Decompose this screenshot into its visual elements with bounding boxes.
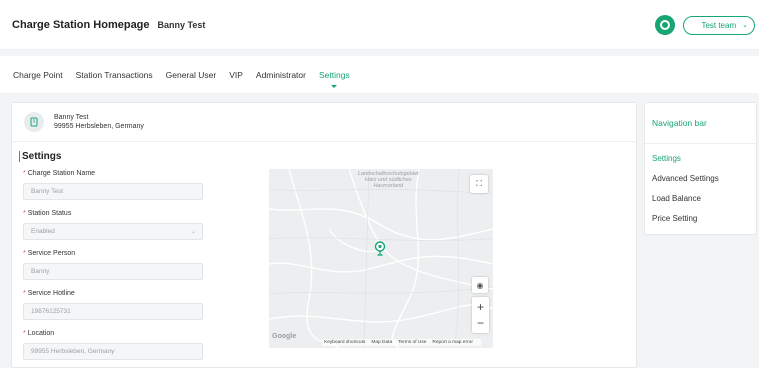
navigation-title: Navigation bar <box>652 118 707 128</box>
header-right: Test team ⌄ <box>655 15 755 35</box>
station-subtitle: Banny Test <box>157 19 206 30</box>
required-asterisk: * <box>23 290 26 297</box>
chevron-down-icon: ⌄ <box>742 22 748 29</box>
map-data-link[interactable]: Map Data <box>371 340 392 345</box>
service-person-input[interactable]: Banny <box>23 263 203 280</box>
service-person-label: * Service Person <box>23 250 76 257</box>
tab-settings-label: Settings <box>318 69 350 80</box>
zoom-out-button[interactable]: − <box>477 315 484 331</box>
settings-panel: Banny Test 99955 Herbsleben, Germany Set… <box>11 102 637 368</box>
station-status-value: Enabled <box>31 228 55 235</box>
tab-settings[interactable]: Settings <box>318 69 350 88</box>
required-asterisk: * <box>23 170 26 177</box>
station-status-label: * Station Status <box>23 210 72 217</box>
map-region-label: Landschaftsschutzgebiet Harz und südlich… <box>358 171 419 189</box>
team-select-value: Test team <box>701 20 737 30</box>
station-address: 99955 Herbsleben, Germany <box>54 123 144 130</box>
location-label: * Location <box>23 330 55 337</box>
tab-vip[interactable]: VIP <box>229 70 243 80</box>
location-input[interactable]: 99955 Herbsleben, Germany <box>23 343 203 360</box>
map-footer: Keyboard shortcuts Map Data Terms of Use… <box>322 339 481 346</box>
user-avatar-icon[interactable] <box>655 15 675 35</box>
zoom-in-button[interactable]: + <box>477 299 484 315</box>
active-tab-caret-icon <box>331 84 338 88</box>
location-pin-icon[interactable] <box>374 241 386 262</box>
station-name-input[interactable]: Banny Test <box>23 183 203 200</box>
nav-item-settings[interactable]: Settings <box>652 154 681 163</box>
nav-item-advanced-settings[interactable]: Advanced Settings <box>652 174 719 183</box>
tab-administrator[interactable]: Administrator <box>256 70 306 80</box>
required-asterisk: * <box>23 250 26 257</box>
top-header: Charge Station Homepage Banny Test Test … <box>0 0 759 50</box>
required-asterisk: * <box>23 330 26 337</box>
station-name-label: * Charge Station Name <box>23 170 96 177</box>
tab-charge-point[interactable]: Charge Point <box>13 70 63 80</box>
station-name: Banny Test <box>54 114 89 121</box>
required-asterisk: * <box>23 210 26 217</box>
divider <box>645 143 756 144</box>
chevron-down-icon: ⌄ <box>190 229 196 235</box>
navigation-panel: Navigation bar Settings Advanced Setting… <box>644 102 757 235</box>
page-title: Charge Station Homepage <box>12 18 150 31</box>
keyboard-shortcuts-link[interactable]: Keyboard shortcuts <box>324 340 365 345</box>
nav-item-load-balance[interactable]: Load Balance <box>652 194 701 203</box>
service-hotline-input[interactable]: 19876125731 <box>23 303 203 320</box>
team-select[interactable]: Test team ⌄ <box>683 15 755 35</box>
charge-station-icon <box>24 112 44 132</box>
zoom-control[interactable]: + − <box>472 297 489 333</box>
tab-general-user[interactable]: General User <box>166 70 217 80</box>
station-card: Banny Test 99955 Herbsleben, Germany <box>24 112 144 132</box>
tabs-bar: Charge Point Station Transactions Genera… <box>0 56 759 93</box>
nav-item-price-setting[interactable]: Price Setting <box>652 214 697 223</box>
fullscreen-icon[interactable]: ⛶ <box>470 175 488 193</box>
google-logo: Google <box>272 333 297 340</box>
service-hotline-label: * Service Hotline <box>23 290 75 297</box>
section-title: Settings <box>19 151 61 162</box>
divider <box>12 141 636 142</box>
report-error-link[interactable]: Report a map error <box>432 340 473 345</box>
station-status-select[interactable]: Enabled ⌄ <box>23 223 203 240</box>
tab-station-transactions[interactable]: Station Transactions <box>76 70 153 80</box>
my-location-icon[interactable]: ◉ <box>472 277 488 293</box>
terms-link[interactable]: Terms of Use <box>398 340 426 345</box>
location-map[interactable]: Landschaftsschutzgebiet Harz und südlich… <box>269 169 493 348</box>
